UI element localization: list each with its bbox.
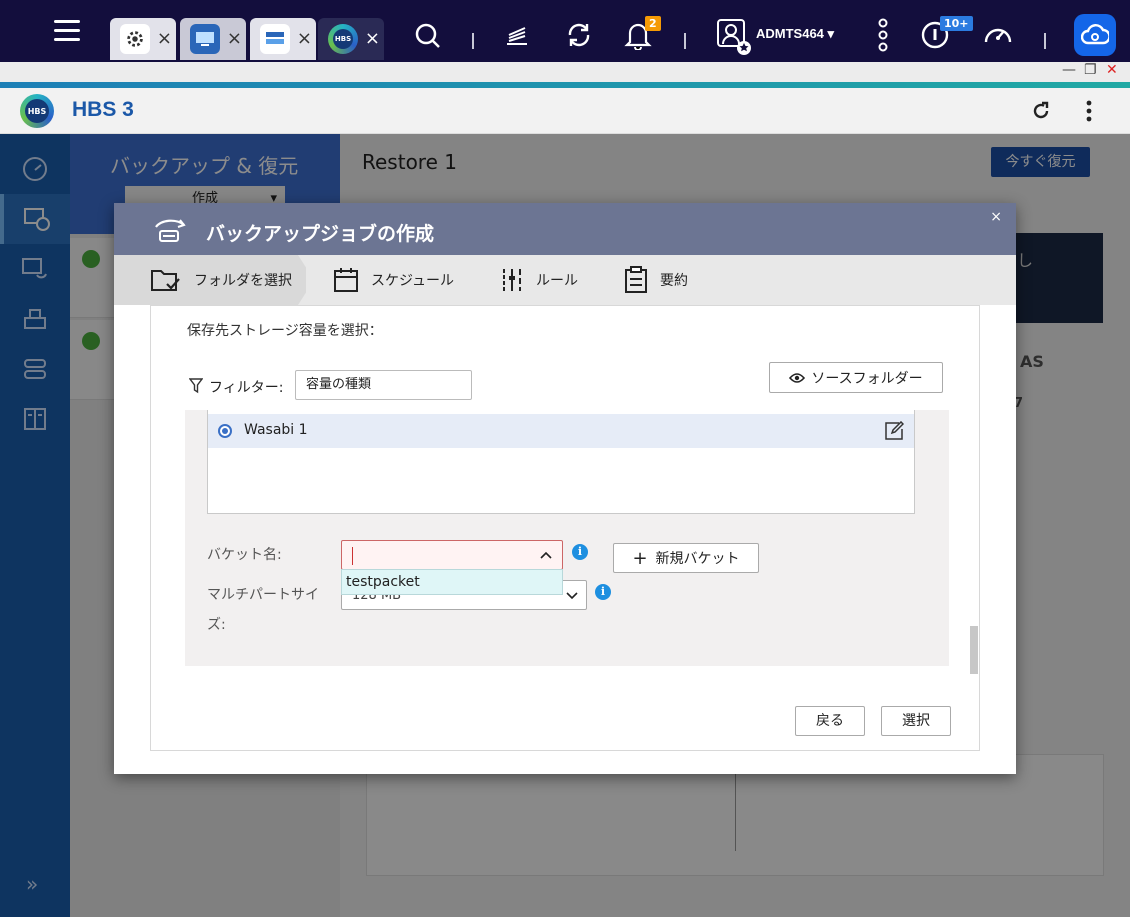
- step-schedule[interactable]: スケジュール: [333, 255, 454, 305]
- multipart-size-label: マルチパートサイ ズ:: [207, 587, 319, 633]
- app-tab-hbs[interactable]: HBS ×: [318, 18, 384, 60]
- edit-icon[interactable]: [884, 420, 905, 445]
- plus-icon: +: [632, 547, 648, 569]
- wizard-steps: フォルダを選択 スケジュール ルール 要約: [114, 255, 1016, 305]
- select-storage-panel: 保存先ストレージ容量を選択： フィルター: 容量の種類 ソースフォルダー Was…: [150, 305, 980, 751]
- backup-job-icon: [150, 215, 190, 249]
- close-window-icon[interactable]: ✕: [1106, 62, 1118, 78]
- info-icon[interactable]: i: [572, 544, 588, 560]
- text-cursor: [352, 547, 353, 565]
- dialog-title: バックアップジョブの作成: [206, 223, 435, 245]
- bucket-name-input[interactable]: [341, 540, 563, 570]
- monitor-app-icon: [190, 24, 220, 54]
- select-button[interactable]: 選択: [881, 706, 951, 736]
- minimize-icon[interactable]: —: [1062, 62, 1076, 78]
- create-backup-job-dialog: バックアップジョブの作成 × フォルダを選択 スケジュール ルール 要約 保存先…: [114, 203, 1016, 774]
- source-folder-button[interactable]: ソースフォルダー: [769, 362, 943, 393]
- storage-app-icon: [260, 24, 290, 54]
- step-rules[interactable]: ルール: [500, 255, 578, 305]
- app-tab-monitor[interactable]: ×: [180, 18, 246, 60]
- hbs-logo: HBS: [20, 94, 54, 128]
- eye-icon: [789, 372, 806, 383]
- dialog-header: バックアップジョブの作成 ×: [114, 203, 1016, 255]
- taskbar: × × × HBS × 2 ADMTS464 ▾ 10+: [0, 0, 1130, 70]
- info-icon[interactable]: i: [595, 584, 611, 600]
- app-title: HBS 3: [72, 98, 134, 121]
- step-summary[interactable]: 要約: [624, 255, 688, 305]
- hbs-app-icon: HBS: [328, 24, 358, 54]
- close-tab-icon[interactable]: ×: [297, 28, 312, 49]
- storage-item[interactable]: Wasabi 1: [208, 414, 914, 448]
- filter-icon: [188, 378, 204, 398]
- search-icon[interactable]: [414, 22, 442, 54]
- separator: [684, 33, 686, 49]
- refresh-icon[interactable]: [1031, 101, 1051, 125]
- user-name[interactable]: ADMTS464 ▾: [756, 26, 834, 42]
- bucket-dropdown-option[interactable]: testpacket: [341, 569, 563, 595]
- cloud-icon: [1081, 24, 1109, 45]
- filter-label: フィルター:: [209, 380, 284, 396]
- storage-list: Wasabi 1: [207, 410, 915, 514]
- sync-icon[interactable]: [564, 20, 594, 54]
- user-icon[interactable]: [716, 18, 752, 60]
- gear-icon: [120, 24, 150, 54]
- chevron-up-icon[interactable]: [540, 545, 552, 569]
- main-menu-icon[interactable]: [54, 20, 80, 46]
- close-tab-icon[interactable]: ×: [157, 28, 172, 49]
- separator: [472, 33, 474, 49]
- scrollbar[interactable]: [970, 626, 978, 674]
- storage-settings-area: Wasabi 1 バケット名: i + 新規バケット マルチパートサイ ズ: 1…: [185, 410, 949, 666]
- close-tab-icon[interactable]: ×: [365, 28, 380, 49]
- new-bucket-button[interactable]: + 新規バケット: [613, 543, 759, 573]
- more-options-icon[interactable]: [878, 18, 888, 56]
- dashboard-icon[interactable]: [982, 20, 1014, 54]
- step-select-folder[interactable]: フォルダを選択: [150, 255, 292, 305]
- chevron-down-icon: [566, 581, 578, 623]
- sliders-icon: [503, 269, 521, 291]
- separator: [1044, 33, 1046, 49]
- updates-badge: 10+: [940, 16, 973, 31]
- app-tab-storage[interactable]: ×: [250, 18, 316, 60]
- back-button[interactable]: 戻る: [795, 706, 865, 736]
- clipboard-icon: [625, 266, 647, 293]
- tasks-icon[interactable]: [504, 24, 530, 52]
- app-tab-control-panel[interactable]: ×: [110, 18, 176, 60]
- folder-check-icon: [151, 270, 180, 291]
- more-menu-icon[interactable]: [1086, 100, 1092, 126]
- window-titlebar: — ❐ ✕: [0, 62, 1130, 82]
- close-tab-icon[interactable]: ×: [227, 28, 242, 49]
- app-header: HBS HBS 3: [0, 88, 1130, 134]
- calendar-icon: [334, 268, 358, 292]
- myqnapcloud-button[interactable]: [1074, 14, 1116, 56]
- section-label: 保存先ストレージ容量を選択：: [187, 323, 383, 339]
- filter-input[interactable]: 容量の種類: [295, 370, 472, 400]
- restore-window-icon[interactable]: ❐: [1084, 62, 1097, 78]
- radio-selected[interactable]: [218, 424, 232, 438]
- storage-name: Wasabi 1: [244, 422, 308, 438]
- bucket-name-label: バケット名:: [207, 547, 282, 563]
- close-icon[interactable]: ×: [990, 209, 1002, 225]
- notification-badge: 2: [645, 16, 661, 31]
